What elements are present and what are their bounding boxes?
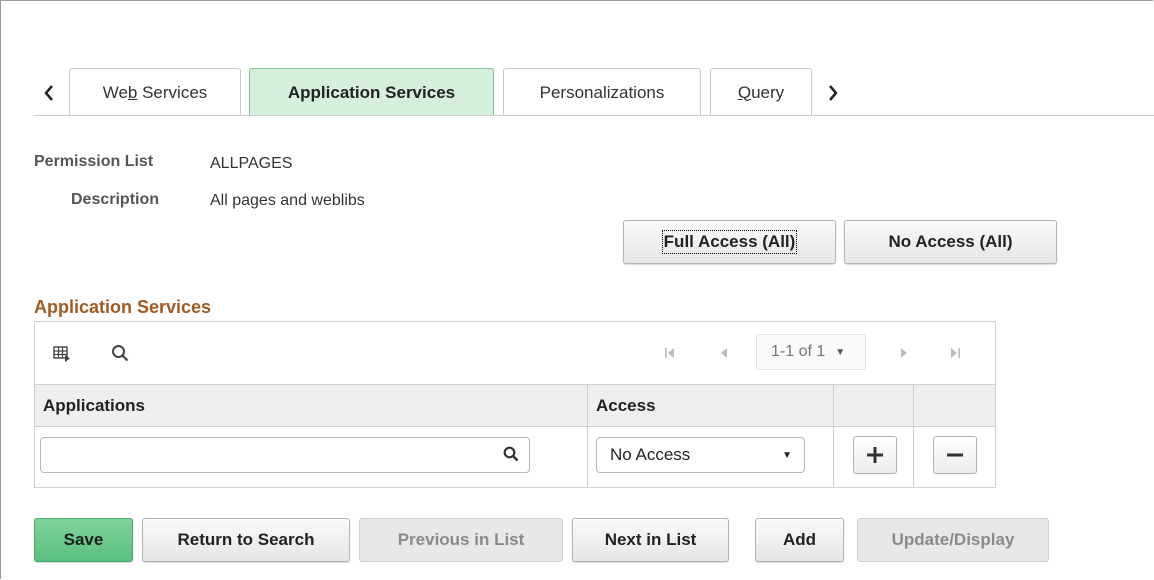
previous-page-icon[interactable]: [715, 344, 733, 362]
return-to-search-button[interactable]: Return to Search: [142, 518, 350, 562]
plus-icon: [867, 447, 883, 463]
tab-scroll-right-button[interactable]: [818, 78, 848, 108]
save-label: Save: [63, 530, 104, 549]
full-access-all-label: Full Access (All): [661, 230, 798, 254]
dropdown-caret-icon: ▼: [835, 346, 846, 358]
personalize-grid-icon[interactable]: [51, 342, 73, 364]
full-access-all-button[interactable]: Full Access (All): [623, 220, 836, 264]
chevron-right-icon: [829, 85, 838, 101]
tab-application-services[interactable]: Application Services: [249, 68, 494, 116]
return-to-search-label: Return to Search: [177, 530, 315, 549]
last-page-icon[interactable]: [946, 344, 964, 362]
save-button[interactable]: Save: [34, 518, 133, 562]
add-row-button[interactable]: [853, 436, 897, 474]
tab-query[interactable]: Query: [710, 68, 812, 116]
tab-scroll-left-button[interactable]: [34, 78, 64, 108]
permission-list-label: Permission List: [34, 153, 154, 170]
next-in-list-button[interactable]: Next in List: [572, 518, 729, 562]
tab-label: Personalizations: [539, 82, 665, 102]
lookup-search-icon[interactable]: [503, 446, 519, 467]
column-divider: [833, 385, 834, 487]
pager-text: 1-1 of 1: [771, 343, 826, 360]
dropdown-caret-icon: ▼: [782, 450, 792, 461]
description-label: Description: [71, 191, 160, 208]
section-title: Application Services: [34, 297, 212, 317]
add-label: Add: [782, 530, 817, 549]
update-display-label: Update/Display: [891, 530, 1015, 549]
access-select[interactable]: No Access ▼: [596, 437, 805, 473]
column-divider: [587, 385, 588, 487]
grid-search-icon[interactable]: [109, 342, 131, 364]
tab-label: Web Services: [102, 82, 208, 102]
tab-label: Query: [737, 82, 785, 102]
pager-select[interactable]: 1-1 of 1 ▼: [756, 334, 866, 370]
update-display-button[interactable]: Update/Display: [857, 518, 1049, 562]
column-header-applications[interactable]: Applications: [35, 385, 587, 426]
next-in-list-label: Next in List: [604, 530, 697, 549]
first-page-icon[interactable]: [661, 344, 679, 362]
previous-in-list-button[interactable]: Previous in List: [359, 518, 563, 562]
no-access-all-button[interactable]: No Access (All): [844, 220, 1057, 264]
application-services-grid: 1-1 of 1 ▼ Applications Access No Access …: [34, 321, 996, 488]
column-header-access[interactable]: Access: [588, 385, 833, 426]
access-select-value: No Access: [610, 445, 691, 464]
delete-row-button[interactable]: [933, 436, 977, 474]
no-access-all-label: No Access (All): [888, 232, 1013, 251]
next-page-icon[interactable]: [895, 344, 913, 362]
tab-web-services[interactable]: Web Services: [69, 68, 241, 116]
tab-personalizations[interactable]: Personalizations: [503, 68, 701, 116]
tab-baseline: [34, 115, 1154, 116]
tab-label: Application Services: [287, 82, 456, 102]
application-input[interactable]: [40, 437, 530, 473]
previous-in-list-label: Previous in List: [397, 530, 525, 549]
permission-list-value: ALLPAGES: [210, 155, 293, 172]
grid-header-row: Applications Access: [35, 385, 995, 427]
minus-icon: [947, 453, 963, 457]
description-value: All pages and weblibs: [210, 192, 365, 209]
chevron-left-icon: [44, 85, 53, 101]
grid-toolbar: 1-1 of 1 ▼: [35, 322, 995, 385]
add-button[interactable]: Add: [755, 518, 844, 562]
column-divider: [913, 385, 914, 487]
